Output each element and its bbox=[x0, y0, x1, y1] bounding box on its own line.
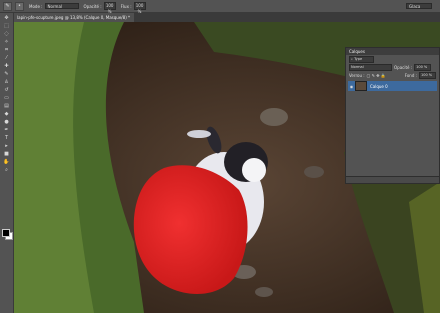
fill-label: Fond : bbox=[404, 72, 417, 78]
blend-mode-select[interactable]: Normal bbox=[349, 63, 392, 71]
gradient-icon[interactable]: ▤ bbox=[2, 103, 11, 109]
layer-row[interactable]: ◉ Calque 0 bbox=[348, 81, 437, 91]
eyedropper-icon[interactable]: ⁄ bbox=[2, 55, 11, 61]
blur-icon[interactable]: ◆ bbox=[2, 111, 11, 117]
rock bbox=[304, 166, 324, 178]
flow-label: Flux : bbox=[120, 3, 132, 9]
rock bbox=[260, 108, 288, 126]
text-icon[interactable]: T bbox=[2, 135, 11, 141]
brush-icon[interactable]: ✎ bbox=[2, 71, 11, 77]
lasso-icon[interactable]: ◌ bbox=[2, 31, 11, 37]
path-select-icon[interactable]: ▸ bbox=[2, 143, 11, 149]
layer-name: Calque 0 bbox=[370, 83, 388, 89]
options-bar: ✎ • Mode : Normal Opacité : 100 % Flux :… bbox=[0, 0, 440, 14]
mode-select[interactable]: Normal bbox=[44, 3, 79, 9]
eraser-icon[interactable]: ▭ bbox=[2, 95, 11, 101]
move-icon[interactable]: ✥ bbox=[2, 15, 11, 21]
layer-opacity-field[interactable]: 100 % bbox=[414, 63, 432, 71]
hand-icon[interactable]: ✋ bbox=[2, 159, 11, 165]
heal-icon[interactable]: ✚ bbox=[2, 63, 11, 69]
layers-panel-title[interactable]: Calques bbox=[346, 48, 439, 55]
mode-label: Mode : bbox=[29, 3, 43, 9]
history-brush-icon[interactable]: ↺ bbox=[2, 87, 11, 93]
marquee-icon[interactable]: ⬚ bbox=[2, 23, 11, 29]
flow-field[interactable]: 100 % bbox=[133, 2, 146, 14]
opacity-field[interactable]: 100 % bbox=[103, 2, 116, 14]
rock bbox=[255, 287, 273, 297]
lock-label: Verrou : bbox=[349, 72, 365, 78]
opacity-label: Opacité : bbox=[83, 3, 102, 9]
document-tabs: lapin-pfe-scupture.jpeg @ 13,8% (Calque … bbox=[13, 13, 440, 22]
dodge-icon[interactable]: ● bbox=[2, 119, 11, 125]
foreground-color-swatch[interactable] bbox=[2, 229, 10, 237]
layer-opacity-label: Opacité : bbox=[394, 64, 413, 70]
zoom-icon[interactable]: ⌕ bbox=[2, 167, 11, 173]
rabbit-fur bbox=[187, 130, 211, 138]
shape-icon[interactable]: ■ bbox=[2, 151, 11, 157]
tools-panel: ✥ ⬚ ◌ ✧ ⌗ ⁄ ✚ ✎ ♙ ↺ ▭ ▤ ◆ ● ✒ T ▸ ■ ✋ ⌕ bbox=[0, 13, 14, 313]
crop-icon[interactable]: ⌗ bbox=[2, 47, 11, 53]
pen-icon[interactable]: ✒ bbox=[2, 127, 11, 133]
rabbit-face bbox=[242, 158, 266, 182]
layers-lock-row: Verrou : ▢ ✎ ✥ 🔒 Fond : 100 % bbox=[346, 71, 439, 79]
layer-kind-value: Type bbox=[354, 56, 363, 61]
brush-preset-icon[interactable]: • bbox=[15, 1, 24, 11]
layers-panel: Calques ⌕ Type Normal Opacité : 100 % Ve… bbox=[345, 47, 440, 184]
layer-thumbnail bbox=[355, 81, 367, 91]
layers-panel-footer bbox=[346, 176, 439, 183]
workspace-select[interactable]: Glaca bbox=[406, 3, 432, 9]
stamp-icon[interactable]: ♙ bbox=[2, 79, 11, 85]
fill-field[interactable]: 100 % bbox=[419, 71, 436, 79]
quick-select-icon[interactable]: ✧ bbox=[2, 39, 11, 45]
layers-blend-row: Normal Opacité : 100 % bbox=[346, 63, 439, 71]
brush-icon[interactable]: ✎ bbox=[3, 1, 12, 11]
document-tab[interactable]: lapin-pfe-scupture.jpeg @ 13,8% (Calque … bbox=[13, 13, 135, 22]
lock-icon[interactable]: ▢ ✎ ✥ 🔒 bbox=[367, 73, 386, 78]
eye-icon[interactable]: ◉ bbox=[348, 84, 355, 89]
layer-kind-filter[interactable]: ⌕ Type bbox=[349, 55, 374, 63]
layers-filter-row: ⌕ Type bbox=[346, 55, 439, 63]
color-swatches[interactable] bbox=[2, 229, 13, 240]
